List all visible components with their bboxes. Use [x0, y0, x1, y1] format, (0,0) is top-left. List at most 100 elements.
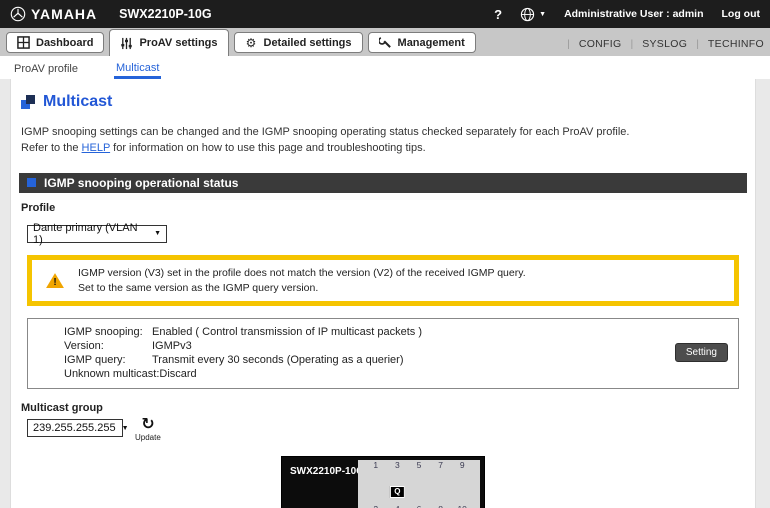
separator: |	[630, 38, 634, 50]
sliders-icon	[120, 37, 133, 50]
status-value: Enabled ( Control transmission of IP mul…	[152, 326, 423, 339]
logout-button[interactable]: Log out	[722, 8, 760, 20]
port-1	[366, 470, 386, 487]
port-number: 1	[373, 460, 379, 471]
main-tab-bar: Dashboard ProAV settings ⚙ Detailed setting…	[0, 28, 770, 56]
status-row: Unknown multicast: Discard	[64, 368, 728, 382]
sub-nav: ProAV profile Multicast	[0, 56, 770, 79]
tab-detailed-settings[interactable]: ⚙ Detailed settings	[233, 32, 363, 53]
multicast-group-select[interactable]: 239.255.255.255 ▼	[27, 419, 129, 438]
profile-select[interactable]: Dante primary (VLAN 1) ▼	[27, 221, 167, 246]
section-square-icon	[27, 178, 36, 188]
separator: |	[567, 38, 570, 50]
yamaha-logo-icon	[10, 6, 26, 22]
port-number: 9	[459, 460, 465, 471]
description-line2-suffix: for information on how to use this page …	[110, 141, 426, 154]
status-value: Discard	[159, 367, 197, 380]
app-header: YAMAHA SWX2210P-10G ? ▼ Administrative U…	[0, 0, 770, 28]
warning-icon	[46, 273, 64, 289]
content-panel: Multicast IGMP snooping settings can be …	[10, 79, 756, 508]
chevron-down-icon: ▼	[539, 10, 547, 18]
wrench-icon	[378, 36, 392, 49]
port-number: 2	[373, 504, 378, 508]
update-button[interactable]: ↻ Update	[135, 414, 161, 443]
warning-banner: IGMP version (V3) set in the profile doe…	[27, 254, 739, 307]
status-box: IGMP snooping: Enabled ( Control transmis…	[27, 318, 739, 390]
query-badge: Q	[390, 486, 405, 499]
status-row: IGMP snooping: Enabled ( Control transmis…	[64, 326, 728, 340]
port-number: 5	[416, 460, 422, 471]
chevron-down-icon: ▼	[121, 424, 129, 432]
port-5	[409, 470, 429, 487]
multicast-group-value: 239.255.255.255	[33, 422, 116, 435]
switch-diagram: SWX2210P-10G 1 3 5 7 9 Q 2 4 6 8 10	[281, 456, 485, 508]
port-10	[452, 487, 472, 504]
tab-label: ProAV settings	[139, 37, 218, 49]
switch-model-label: SWX2210P-10G	[290, 466, 364, 478]
tab-management[interactable]: Management	[367, 32, 476, 53]
brand-name: YAMAHA	[31, 6, 98, 22]
device-model: SWX2210P-10G	[119, 7, 212, 21]
page-title: Multicast	[43, 93, 113, 110]
refresh-icon: ↻	[141, 414, 155, 434]
port-6	[409, 487, 429, 504]
tab-dashboard[interactable]: Dashboard	[6, 32, 105, 53]
help-icon[interactable]: ?	[494, 7, 502, 22]
utility-link-techinfo[interactable]: TECHINFO	[708, 38, 764, 50]
port-7	[431, 470, 451, 487]
help-link[interactable]: HELP	[82, 142, 111, 154]
port-number: 3	[395, 460, 400, 471]
status-label: Version:	[64, 340, 104, 352]
port-panel: 1 3 5 7 9 Q 2 4 6 8 10	[358, 460, 480, 508]
tab-label: Detailed settings	[263, 36, 352, 49]
description-line2-prefix: Refer to the	[21, 141, 82, 154]
chevron-down-icon: ▼	[154, 230, 161, 238]
page-description: IGMP snooping settings can be changed an…	[21, 125, 747, 157]
setting-button[interactable]: Setting	[674, 343, 728, 363]
port-3	[387, 470, 407, 487]
status-label: IGMP snooping:	[64, 326, 143, 339]
status-row: IGMP query: Transmit every 30 seconds (Op…	[64, 354, 728, 368]
port-number: 10	[457, 504, 466, 508]
gear-icon: ⚙	[245, 35, 257, 50]
separator: |	[696, 38, 699, 50]
port-9	[452, 470, 472, 487]
port-number: 7	[438, 460, 443, 471]
utility-links: | CONFIG | SYSLOG | TECHINFO	[558, 38, 764, 50]
subnav-item-proav-profile[interactable]: ProAV profile	[12, 60, 80, 79]
globe-icon	[520, 7, 535, 21]
description-line1: IGMP snooping settings can be changed an…	[21, 126, 630, 138]
warning-line1: IGMP version (V3) set in the profile doe…	[78, 266, 526, 279]
status-row: Version: IGMPv3	[64, 340, 728, 354]
status-value: IGMPv3	[152, 340, 192, 352]
tab-label: Dashboard	[36, 36, 94, 49]
yamaha-brand: YAMAHA	[10, 6, 97, 22]
section-title: IGMP snooping operational status	[44, 175, 239, 190]
language-selector[interactable]: ▼	[520, 7, 546, 22]
dashboard-icon	[17, 36, 30, 49]
utility-link-syslog[interactable]: SYSLOG	[642, 38, 687, 50]
content-region: Multicast IGMP snooping settings can be …	[0, 79, 770, 508]
port-8	[431, 487, 451, 504]
section-header: IGMP snooping operational status	[19, 172, 747, 193]
status-label: Unknown multicast:	[64, 367, 160, 380]
tab-label: Management	[397, 36, 465, 49]
port-4: Q	[387, 486, 407, 504]
page-title-row: Multicast	[21, 93, 747, 111]
port-number: 4	[395, 504, 400, 508]
multicast-page-icon	[21, 95, 35, 109]
tab-proav-settings[interactable]: ProAV settings	[109, 29, 229, 56]
status-label: IGMP query:	[64, 353, 126, 366]
update-label: Update	[135, 433, 161, 443]
profile-label: Profile	[21, 201, 56, 214]
subnav-item-multicast[interactable]: Multicast	[114, 59, 162, 79]
warning-line2: Set to the same version as the IGMP quer…	[78, 281, 319, 294]
multicast-group-label: Multicast group	[21, 402, 103, 415]
utility-link-config[interactable]: CONFIG	[579, 38, 622, 50]
port-2	[366, 487, 386, 504]
port-number: 8	[438, 504, 443, 508]
profile-select-value: Dante primary (VLAN 1)	[33, 221, 138, 246]
port-number: 6	[417, 504, 422, 508]
status-value: Transmit every 30 seconds (Operating as …	[152, 353, 404, 366]
logged-in-user: Administrative User : admin	[564, 8, 704, 20]
